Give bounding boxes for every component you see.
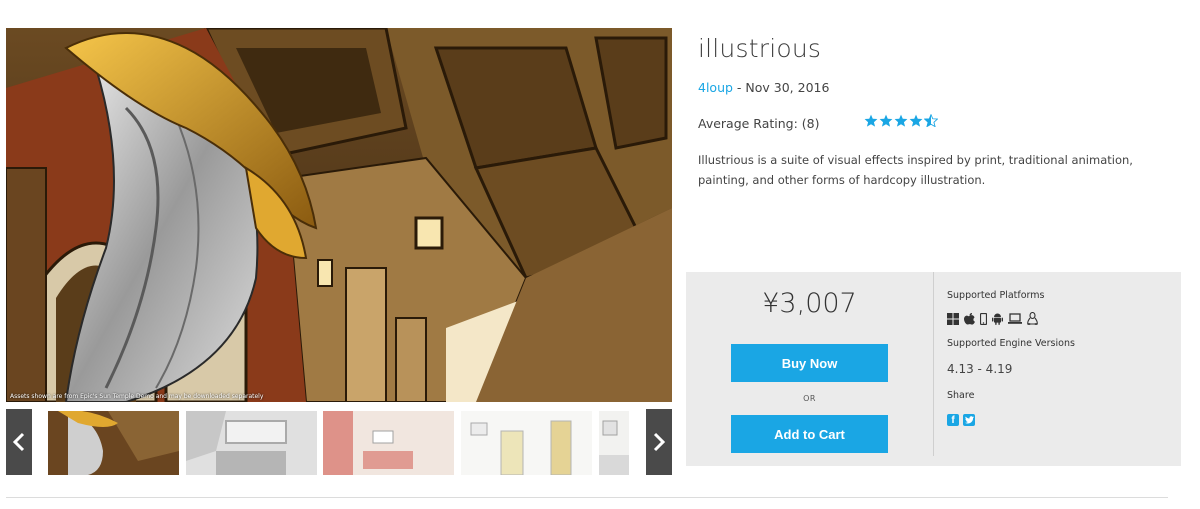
hero-caption: Assets shown are from Epic's Sun Temple … bbox=[10, 393, 264, 400]
panel-divider bbox=[933, 272, 934, 456]
rating-stars bbox=[864, 114, 938, 127]
thumbnail-2-image bbox=[186, 411, 317, 475]
product-title: illustrious bbox=[698, 34, 822, 63]
apple-icon bbox=[964, 312, 975, 325]
platforms-heading: Supported Platforms bbox=[947, 290, 1045, 301]
star-icon bbox=[879, 114, 893, 127]
thumbnail-3[interactable] bbox=[323, 411, 454, 475]
mobile-icon bbox=[980, 312, 987, 325]
star-icon bbox=[894, 114, 908, 127]
linux-icon bbox=[1027, 312, 1038, 325]
laptop-icon bbox=[1008, 312, 1022, 324]
engine-versions-heading: Supported Engine Versions bbox=[947, 338, 1075, 349]
twitter-icon[interactable] bbox=[963, 414, 975, 426]
share-heading: Share bbox=[947, 390, 975, 401]
windows-icon bbox=[947, 312, 959, 325]
section-divider bbox=[6, 497, 1168, 498]
product-meta: 4loup - Nov 30, 2016 bbox=[698, 80, 829, 95]
thumbnail-strip bbox=[6, 409, 672, 475]
release-date: Nov 30, 2016 bbox=[745, 80, 830, 95]
star-icon bbox=[864, 114, 878, 127]
or-divider: OR bbox=[803, 394, 816, 403]
share-icons: f bbox=[947, 414, 975, 426]
star-half-icon bbox=[924, 114, 938, 127]
hero-image[interactable]: Assets shown are from Epic's Sun Temple … bbox=[6, 28, 672, 402]
seller-link[interactable]: 4loup bbox=[698, 80, 733, 95]
product-description: Illustrious is a suite of visual effects… bbox=[698, 153, 1133, 187]
thumbnail-4[interactable] bbox=[461, 411, 592, 475]
gallery-prev-button[interactable] bbox=[6, 409, 32, 475]
platform-icons bbox=[947, 312, 1038, 325]
rating-label: Average Rating: (8) bbox=[698, 116, 820, 131]
thumbnail-5-image bbox=[599, 411, 629, 475]
thumbnail-1[interactable] bbox=[48, 411, 179, 475]
facebook-icon[interactable]: f bbox=[947, 414, 959, 426]
price: ¥3,007 bbox=[762, 288, 857, 319]
chevron-left-icon bbox=[13, 432, 25, 452]
thumbnail-2[interactable] bbox=[186, 411, 317, 475]
gallery-next-button[interactable] bbox=[646, 409, 672, 475]
chevron-right-icon bbox=[653, 432, 665, 452]
hero-artwork bbox=[6, 28, 672, 402]
engine-versions: 4.13 - 4.19 bbox=[947, 362, 1013, 376]
twitter-bird-icon bbox=[964, 416, 974, 424]
thumbnail-5[interactable] bbox=[599, 411, 629, 475]
date-separator: - bbox=[732, 80, 746, 95]
thumbnail-3-image bbox=[323, 411, 454, 475]
add-to-cart-button[interactable]: Add to Cart bbox=[731, 415, 888, 453]
buy-now-button[interactable]: Buy Now bbox=[731, 344, 888, 382]
star-icon bbox=[909, 114, 923, 127]
thumbnail-1-image bbox=[48, 411, 179, 475]
android-icon bbox=[992, 313, 1003, 325]
thumbnail-4-image bbox=[461, 411, 592, 475]
purchase-panel: ¥3,007 Buy Now OR Add to Cart Supported … bbox=[686, 272, 1181, 466]
